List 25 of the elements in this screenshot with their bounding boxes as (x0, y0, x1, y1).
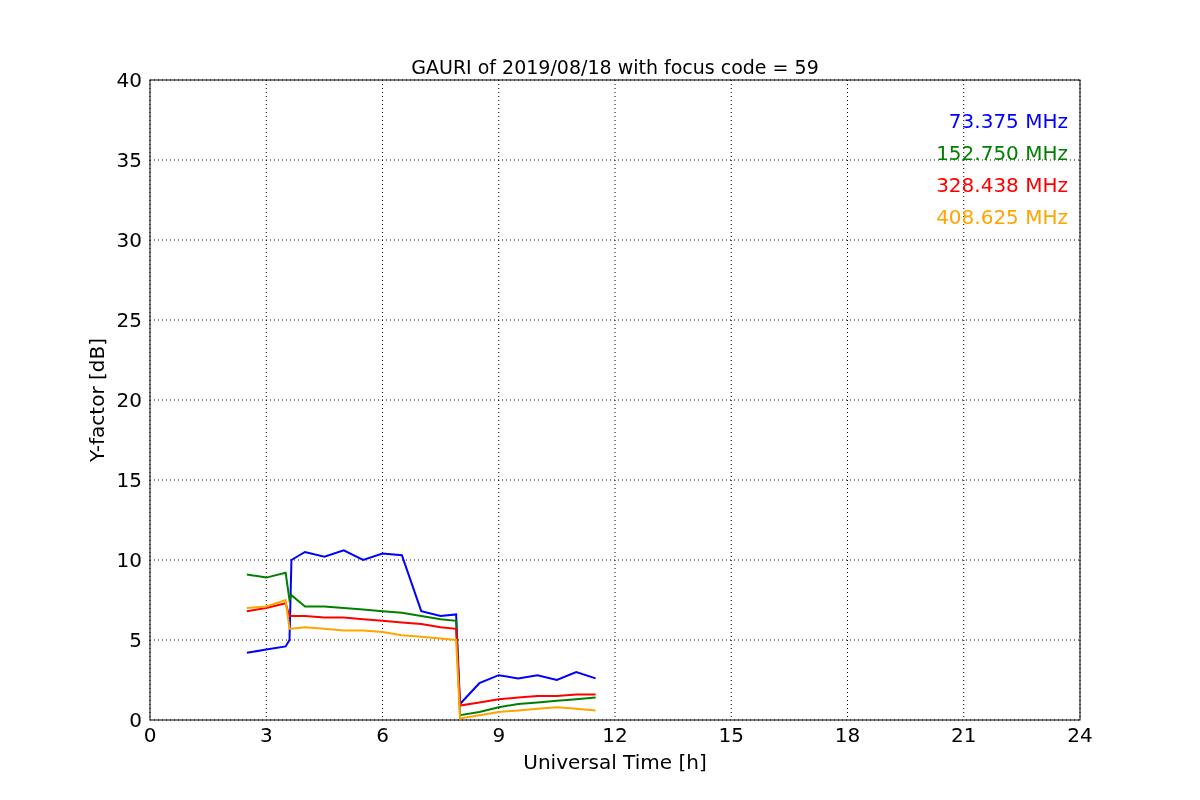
x-tick-label: 24 (1067, 723, 1093, 747)
x-tick-label: 15 (718, 723, 744, 747)
legend-label: 152.750 MHz (936, 141, 1068, 165)
chart-title: GAURI of 2019/08/18 with focus code = 59 (411, 56, 819, 78)
x-tick-label: 6 (376, 723, 389, 747)
y-tick-label: 35 (116, 148, 142, 172)
x-tick-label: 12 (602, 723, 628, 747)
x-tick-label: 18 (834, 723, 861, 747)
y-tick-label: 0 (129, 708, 142, 732)
y-axis-label: Y-factor [dB] (85, 338, 109, 462)
x-tick-label: 21 (951, 723, 977, 747)
y-tick-label: 15 (116, 468, 142, 492)
y-tick-label: 5 (129, 628, 142, 652)
x-tick-label: 0 (143, 723, 157, 747)
y-tick-label: 40 (116, 68, 142, 92)
x-axis-label: Universal Time [h] (523, 750, 707, 774)
legend-label: 73.375 MHz (948, 109, 1068, 133)
legend-label: 408.625 MHz (936, 205, 1068, 229)
y-tick-label: 20 (116, 388, 142, 412)
legend-label: 328.438 MHz (936, 173, 1068, 197)
y-tick-label: 25 (116, 308, 142, 332)
y-tick-label: 10 (116, 548, 142, 572)
x-tick-label: 3 (259, 723, 273, 747)
y-tick-label: 30 (116, 228, 142, 252)
x-tick-label: 9 (492, 723, 506, 747)
